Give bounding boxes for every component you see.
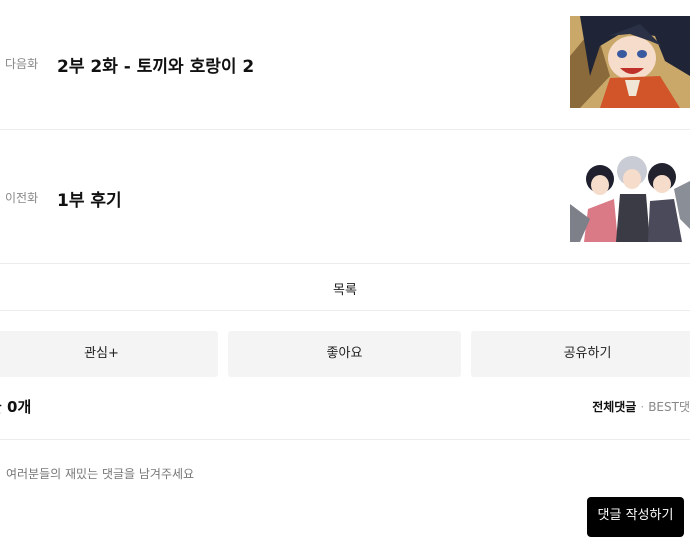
comments-divider — [0, 439, 690, 440]
comment-input[interactable]: 여러분들의 재밌는 댓글을 남겨주세요 — [6, 465, 194, 482]
sort-all-comments[interactable]: 전체댓글 — [592, 400, 636, 414]
comment-sort: 전체댓글 · BEST댓 — [592, 398, 690, 415]
next-episode-row[interactable]: 다음화 2부 2화 - 토끼와 호랑이 2 — [0, 0, 690, 130]
like-button[interactable]: 좋아요 — [228, 331, 461, 377]
episode-list-label: 목록 — [333, 283, 357, 298]
comments-header: 글 0개 전체댓글 ·BEST댓 — [0, 396, 690, 420]
prev-episode-title[interactable]: 1부 후기 — [57, 186, 122, 211]
next-episode-kind: 다음화 — [5, 57, 39, 71]
episode-list-button[interactable]: 목록 — [0, 264, 690, 311]
thumbnail-image-group-illustration — [570, 149, 690, 242]
write-comment-button[interactable]: 댓글 작성하기 — [587, 497, 684, 537]
sort-separator: · — [640, 400, 645, 414]
prev-episode-thumbnail[interactable] — [570, 149, 690, 242]
sort-best-comments[interactable]: BEST댓 — [648, 400, 690, 414]
thumbnail-image-anime-girl — [570, 16, 690, 108]
prev-episode-kind: 이전화 — [5, 191, 39, 205]
comment-count: 글 0개 — [0, 398, 32, 416]
next-episode-thumbnail[interactable] — [570, 16, 690, 108]
prev-episode-row[interactable]: 이전화 1부 후기 — [0, 130, 690, 264]
next-episode-title[interactable]: 2부 2화 - 토끼와 호랑이 2 — [57, 52, 254, 77]
interest-button[interactable]: 관심+ — [0, 331, 218, 377]
share-button[interactable]: 공유하기 — [471, 331, 690, 377]
